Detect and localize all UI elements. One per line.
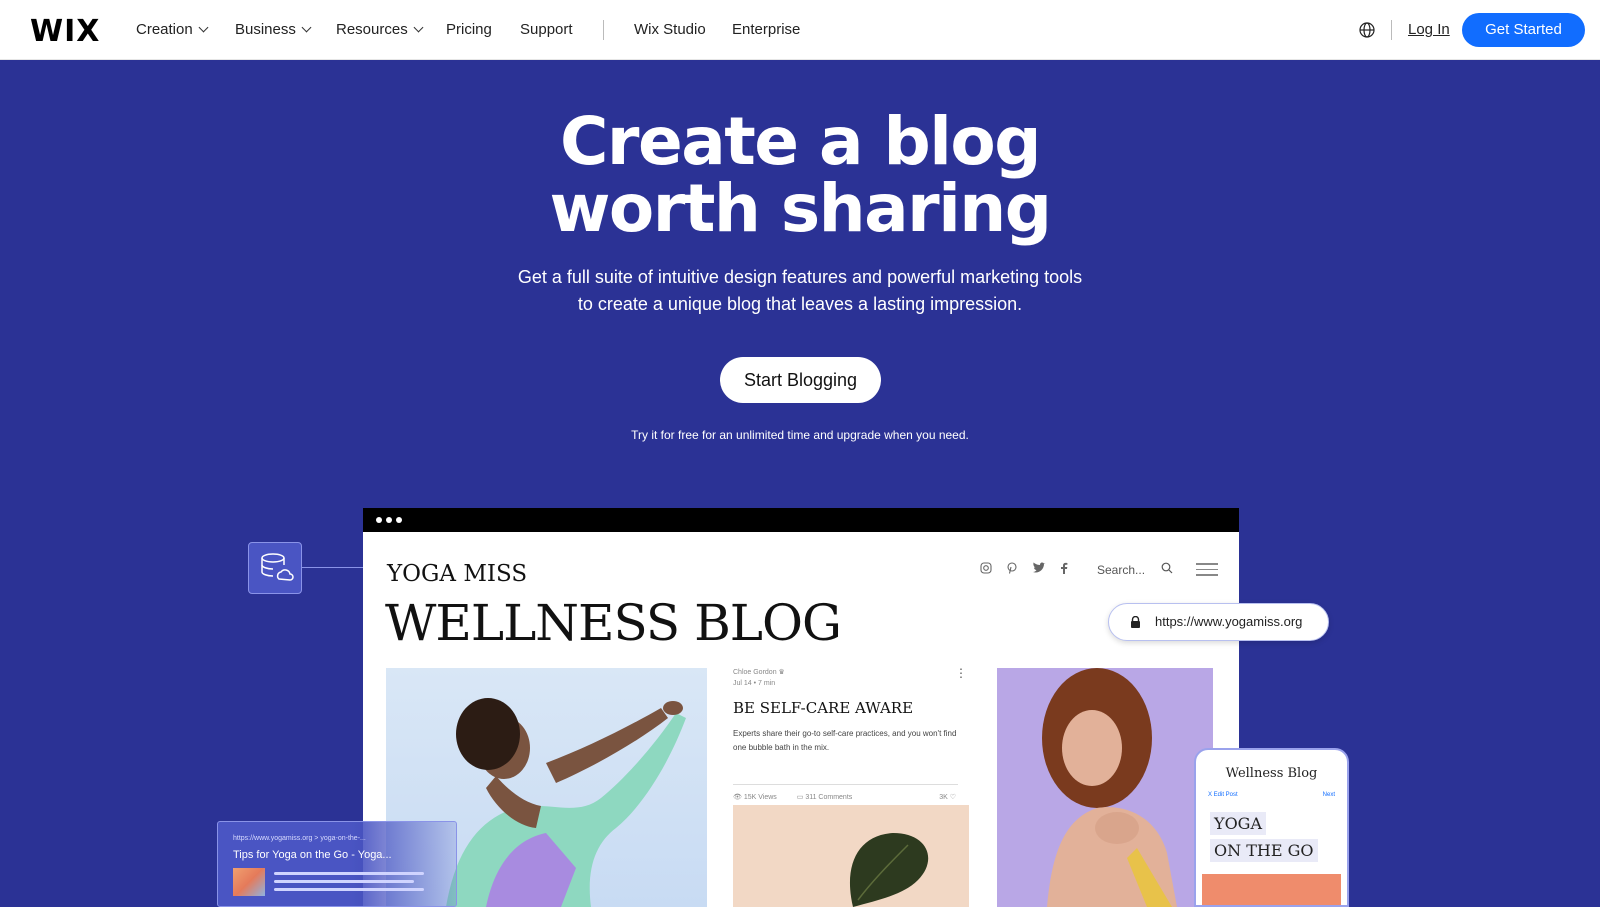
phone-heading-line2: ON THE GO (1210, 839, 1318, 862)
hero-subtitle-line2: to create a unique blog that leaves a la… (577, 294, 1023, 314)
nav-creation-label: Creation (136, 21, 193, 38)
nav-support[interactable]: Support (520, 21, 573, 38)
post-likes-group: 3K ♡ (939, 793, 956, 801)
serp-text-line (274, 880, 414, 883)
connector-line (302, 567, 364, 568)
lock-icon (1131, 616, 1140, 628)
post-comments: 311 Comments (805, 794, 853, 801)
twitter-icon (1033, 562, 1046, 573)
nav-wix-studio[interactable]: Wix Studio (634, 21, 706, 38)
domain-url: https://www.yogamiss.org (1155, 614, 1303, 629)
serp-title: Tips for Yoga on the Go - Yoga... (233, 849, 392, 861)
wix-logo[interactable]: WIX (30, 14, 100, 49)
mobile-editor-preview: Wellness Blog X Edit Post Next YOGA ON T… (1194, 748, 1349, 907)
globe-icon[interactable] (1359, 22, 1375, 38)
phone-blog-title: Wellness Blog (1225, 766, 1318, 781)
chevron-down-icon (198, 22, 209, 33)
nav-enterprise[interactable]: Enterprise (732, 21, 800, 38)
serp-thumbnail (233, 868, 265, 896)
nav-pricing[interactable]: Pricing (446, 21, 492, 38)
nav-creation[interactable]: Creation (136, 21, 209, 38)
get-started-button[interactable]: Get Started (1462, 13, 1585, 47)
post-author: Chloe Gordon ♛ (733, 669, 785, 676)
pinterest-icon (1007, 562, 1017, 574)
browser-titlebar (363, 508, 1239, 532)
hamburger-menu-icon (1196, 563, 1218, 580)
window-dot (396, 517, 402, 523)
hero-title-line2: worth sharing (549, 170, 1052, 247)
window-dot (386, 517, 392, 523)
facebook-icon (1061, 562, 1068, 574)
search-result-card: https://www.yogamiss.org > yoga-on-the-.… (217, 821, 457, 907)
search-icon (1161, 562, 1173, 574)
nav-resources-label: Resources (336, 21, 408, 38)
chevron-down-icon (413, 22, 424, 33)
nav-business-label: Business (235, 21, 296, 38)
free-trial-note: Try it for free for an unlimited time an… (631, 428, 969, 442)
skincare-photo (997, 668, 1213, 907)
plant-photo (733, 805, 969, 907)
more-options-icon: ⋮ (955, 666, 967, 680)
hero-title-line1: Create a blog (559, 103, 1042, 180)
post-views: 15K Views (743, 794, 777, 801)
chevron-down-icon (301, 22, 312, 33)
post-likes: 3K (939, 794, 948, 801)
nav-resources[interactable]: Resources (336, 21, 424, 38)
domain-url-pill: https://www.yogamiss.org (1108, 603, 1329, 641)
hero-subtitle-line1: Get a full suite of intuitive design fea… (517, 267, 1083, 287)
login-link[interactable]: Log In (1408, 21, 1450, 38)
phone-heading-line1: YOGA (1210, 812, 1267, 835)
nav-divider (1391, 20, 1392, 40)
phone-image (1202, 874, 1341, 905)
top-nav: WIX Creation Business Resources Pricing … (0, 0, 1600, 60)
nav-business[interactable]: Business (235, 21, 312, 38)
heart-icon: ♡ (949, 794, 956, 801)
serp-text-line (274, 888, 424, 891)
post-stats: 👁 15K Views ▭ 311 Comments 3K ♡ (733, 784, 958, 801)
database-cloud-icon (248, 542, 302, 594)
views-icon: 👁 (733, 794, 742, 801)
hero-title: Create a blog worth sharing (0, 108, 1600, 242)
start-blogging-button[interactable]: Start Blogging (720, 357, 881, 403)
post-excerpt: Experts share their go-to self-care prac… (733, 729, 957, 752)
window-dot (376, 517, 382, 523)
blog-post-card: Chloe Gordon ♛ Jul 14 • 7 min BE SELF-CA… (733, 666, 968, 801)
blog-site-name: YOGA MISS (387, 561, 528, 587)
phone-edit-post: X Edit Post (1208, 792, 1238, 798)
blog-preview-window: YOGA MISS WELLNESS BLOG Search... Chloe … (363, 508, 1239, 907)
serp-text-line (274, 872, 424, 875)
serp-url: https://www.yogamiss.org > yoga-on-the-.… (233, 835, 366, 842)
nav-divider (603, 20, 604, 40)
post-title: BE SELF-CARE AWARE (733, 699, 914, 717)
blog-site-title: WELLNESS BLOG (385, 594, 842, 652)
comment-icon: ▭ (796, 794, 804, 801)
blog-search-field: Search... (1097, 563, 1146, 577)
instagram-icon (980, 562, 992, 574)
phone-next: Next (1322, 792, 1335, 798)
hero-subtitle: Get a full suite of intuitive design fea… (0, 264, 1600, 318)
post-date: Jul 14 • 7 min (733, 680, 776, 687)
